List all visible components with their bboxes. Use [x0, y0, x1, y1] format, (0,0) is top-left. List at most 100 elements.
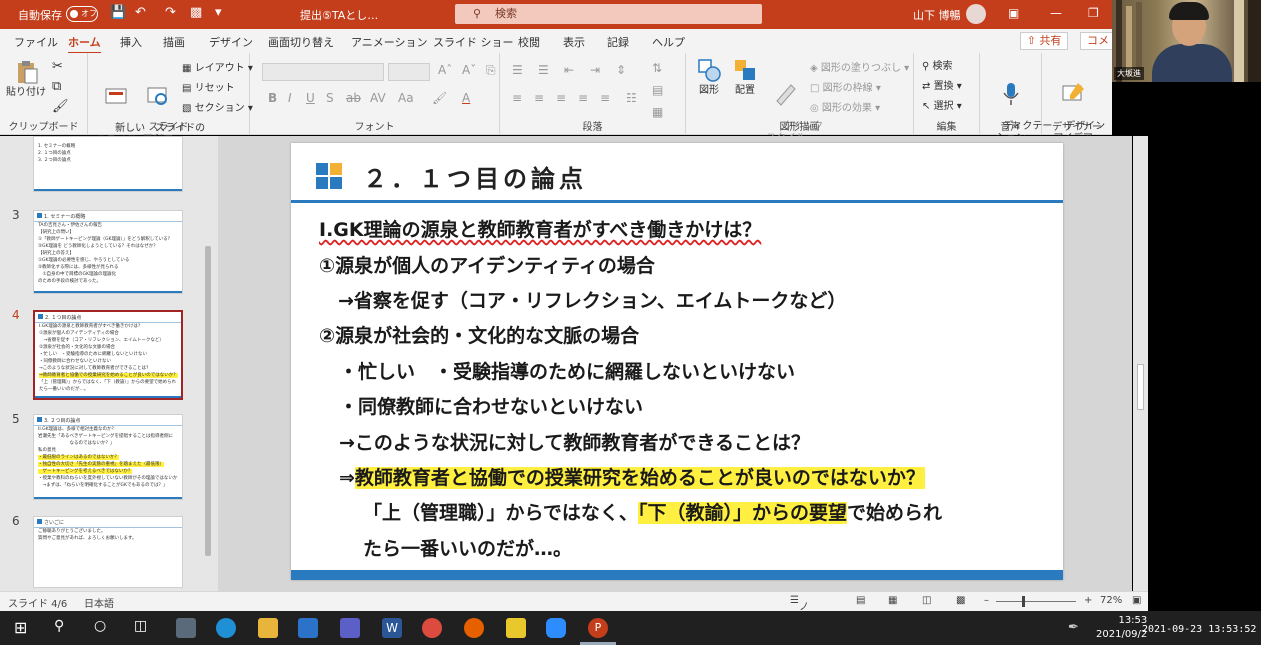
tab-animations[interactable]: アニメーション	[351, 34, 428, 50]
file-explorer-icon[interactable]	[258, 618, 278, 638]
format-painter-icon[interactable]: 🖌	[52, 99, 69, 114]
bullets-icon[interactable]: ☰	[512, 63, 523, 77]
pen-icon[interactable]: ✒	[1068, 620, 1079, 635]
search-box[interactable]: ⚲ 検索	[455, 4, 762, 24]
tab-draw[interactable]: 描画	[163, 34, 185, 50]
thumbnail-scrollbar[interactable]	[202, 136, 214, 591]
slide-title[interactable]: ２．１つ目の論点	[363, 159, 587, 194]
tab-view[interactable]: 表示	[563, 34, 585, 50]
cortana-icon[interactable]: ○	[94, 618, 114, 638]
tab-review[interactable]: 校閲	[518, 34, 540, 50]
slide-thumbnail-3[interactable]: 1. セミナーの概略 TAの吉見さん・伊佐さんの報告 【研究上の問い】 ①「教師…	[33, 210, 183, 294]
select-button[interactable]: ↖ 選択 ▾	[922, 97, 962, 112]
avatar[interactable]	[966, 4, 986, 24]
align-text-icon[interactable]: ▤	[652, 83, 663, 97]
shape-fill-button[interactable]: ◈ 図形の塗りつぶし ▾	[810, 59, 909, 74]
sticky-notes-icon[interactable]	[506, 618, 526, 638]
redo-icon[interactable]: ↷	[165, 5, 176, 20]
font-name-box[interactable]	[262, 63, 384, 81]
zoom-slider-thumb[interactable]	[1022, 596, 1025, 607]
increase-font-icon[interactable]: Aˆ	[438, 63, 452, 77]
columns-icon[interactable]: ☷	[626, 91, 637, 105]
taskbar-clock[interactable]: 13:53 2021/09/2	[1096, 614, 1147, 642]
smartart-icon[interactable]: ▦	[652, 105, 663, 119]
reset-button[interactable]: ▤ リセット	[182, 79, 235, 94]
tab-insert[interactable]: 挿入	[120, 34, 142, 50]
align-left-icon[interactable]: ≡	[512, 91, 522, 105]
reading-view-icon[interactable]: ◫	[922, 595, 931, 606]
slide-thumbnail-4[interactable]: 2. １つ目の論点 I.GK理論の源泉と教師教育者がすべき働きかけは？ ①源泉が…	[33, 310, 183, 400]
strikethrough-button[interactable]: ab	[346, 91, 361, 105]
shape-effects-button[interactable]: ◎ 図形の効果 ▾	[810, 99, 880, 114]
change-case-button[interactable]: Aa	[398, 91, 414, 105]
minimize-icon[interactable]: —	[1050, 6, 1062, 20]
slide-sorter-icon[interactable]: ▦	[888, 595, 897, 606]
save-icon[interactable]: 💾	[110, 5, 126, 20]
line-spacing-icon[interactable]: ⇕	[616, 63, 626, 77]
font-color-button[interactable]: A	[462, 91, 470, 105]
decrease-font-icon[interactable]: Aˇ	[462, 63, 476, 77]
powerpoint-icon[interactable]: P	[588, 618, 608, 638]
task-view-icon[interactable]: ◫	[134, 618, 154, 638]
shape-outline-button[interactable]: □ 図形の枠線 ▾	[810, 79, 881, 94]
align-right-icon[interactable]: ≡	[556, 91, 566, 105]
clear-format-icon[interactable]: ⎘	[486, 63, 496, 78]
firefox-icon[interactable]	[464, 618, 484, 638]
tab-help[interactable]: ヘルプ	[652, 34, 685, 50]
notes-button[interactable]: ☰ ノート	[790, 595, 809, 643]
teams-icon[interactable]	[340, 618, 360, 638]
replace-button[interactable]: ⇄ 置換 ▾	[922, 77, 962, 92]
ribbon-display-icon[interactable]: ▣	[1008, 6, 1019, 20]
italic-button[interactable]: I	[288, 91, 292, 105]
editor-scroll-thumb[interactable]	[1137, 364, 1144, 410]
slide-thumbnail-5[interactable]: 3. ２つ目の論点 II.GK理論は、多様で相対主義なのか？ 岩瀬先生「あるべき…	[33, 414, 183, 500]
shadow-button[interactable]: S	[326, 91, 334, 105]
language-indicator[interactable]: 日本語	[84, 595, 114, 610]
scrollbar-thumb[interactable]	[205, 246, 211, 556]
increase-indent-icon[interactable]: ⇥	[590, 63, 600, 77]
paste-button[interactable]: 貼り付け	[6, 59, 46, 99]
autosave-toggle[interactable]: オフ	[66, 6, 98, 22]
slideshow-view-icon[interactable]: ▩	[956, 595, 965, 606]
decrease-indent-icon[interactable]: ⇤	[564, 63, 574, 77]
find-button[interactable]: ⚲ 検索	[922, 57, 953, 72]
arrange-button[interactable]: 配置	[728, 57, 762, 97]
slide-thumbnail-2[interactable]: 1. セミナーの概略 2. １つ目の論点 3. ２つ目の論点	[33, 136, 183, 192]
chrome-icon[interactable]	[422, 618, 442, 638]
customize-qat-icon[interactable]: ▾	[215, 5, 222, 20]
tab-transitions[interactable]: 画面切り替え	[268, 34, 334, 50]
tab-slideshow[interactable]: スライド ショー	[433, 34, 514, 50]
tab-file[interactable]: ファイル	[14, 34, 58, 50]
tab-record[interactable]: 記録	[607, 34, 629, 50]
bold-button[interactable]: B	[268, 91, 277, 105]
search-icon[interactable]: ⚲	[54, 618, 74, 638]
tab-design[interactable]: デザイン	[209, 34, 253, 50]
normal-view-icon[interactable]: ▤	[856, 595, 865, 606]
section-button[interactable]: ▧ セクション ▾	[182, 99, 253, 114]
char-spacing-button[interactable]: AV	[370, 91, 386, 105]
word-icon[interactable]: W	[382, 618, 402, 638]
numbering-icon[interactable]: ☰	[538, 63, 549, 77]
highlight-icon[interactable]: 🖌	[432, 91, 447, 105]
presentation-start-icon[interactable]: ▩	[190, 5, 202, 20]
shapes-button[interactable]: 図形	[692, 57, 726, 97]
edge-icon[interactable]	[216, 618, 236, 638]
copy-icon[interactable]: ⧉	[52, 79, 61, 94]
zoom-out-icon[interactable]: –	[984, 595, 989, 606]
zoom-app-icon[interactable]	[546, 618, 566, 638]
store-icon[interactable]	[176, 618, 196, 638]
zoom-in-icon[interactable]: +	[1084, 595, 1092, 606]
mail-icon[interactable]	[298, 618, 318, 638]
fit-slide-icon[interactable]: ▣	[1132, 595, 1141, 606]
zoom-slider[interactable]	[996, 601, 1076, 602]
justify-icon[interactable]: ≡	[578, 91, 588, 105]
align-center-icon[interactable]: ≡	[534, 91, 544, 105]
current-slide[interactable]: ２．１つ目の論点 Ⅰ.GK理論の源泉と教師教育者がすべき働きかけは？ ①源泉が個…	[291, 143, 1063, 580]
zoom-level[interactable]: 72%	[1100, 595, 1122, 606]
underline-button[interactable]: U	[306, 91, 315, 105]
tab-home[interactable]: ホーム	[68, 34, 101, 54]
editor-scrollbar[interactable]	[1133, 136, 1148, 591]
share-button[interactable]: ⇧ 共有	[1020, 32, 1068, 50]
slide-thumbnail-6[interactable]: さいごに ご静聴ありがとうございました。 質問やご意見があれば、よろしくお願いし…	[33, 516, 183, 588]
font-size-box[interactable]	[388, 63, 430, 81]
